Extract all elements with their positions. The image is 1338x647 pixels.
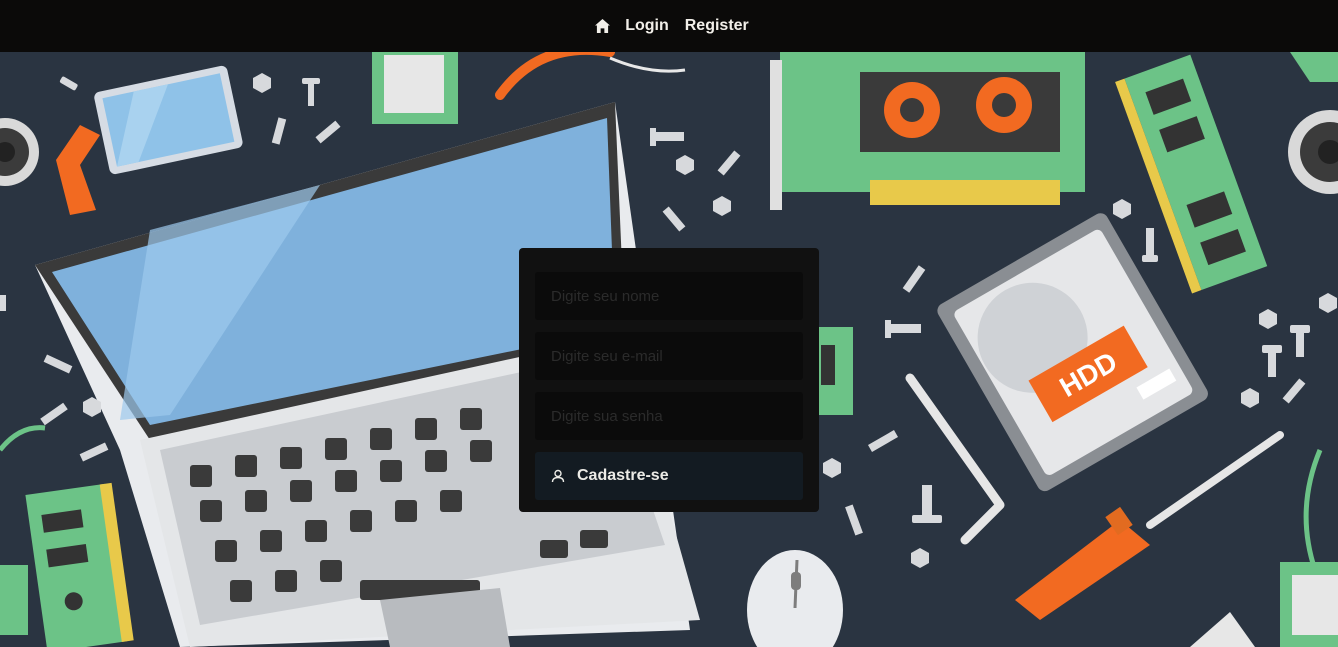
name-input[interactable] [535, 272, 803, 320]
chip-top [372, 52, 458, 124]
email-input[interactable] [535, 332, 803, 380]
register-form: Cadastre-se [519, 248, 819, 512]
graphics-card [770, 52, 1085, 210]
register-link[interactable]: Register [683, 17, 751, 35]
chip-bottom-right [1280, 562, 1338, 647]
register-submit-label: Cadastre-se [577, 467, 669, 484]
register-submit-button[interactable]: Cadastre-se [535, 452, 803, 500]
user-icon [551, 469, 565, 483]
home-icon[interactable] [593, 17, 611, 35]
password-input[interactable] [535, 392, 803, 440]
chip-center [815, 327, 853, 415]
top-navbar: Login Register [0, 0, 1338, 52]
login-link[interactable]: Login [623, 17, 671, 35]
nav-links: Login Register [593, 17, 751, 35]
